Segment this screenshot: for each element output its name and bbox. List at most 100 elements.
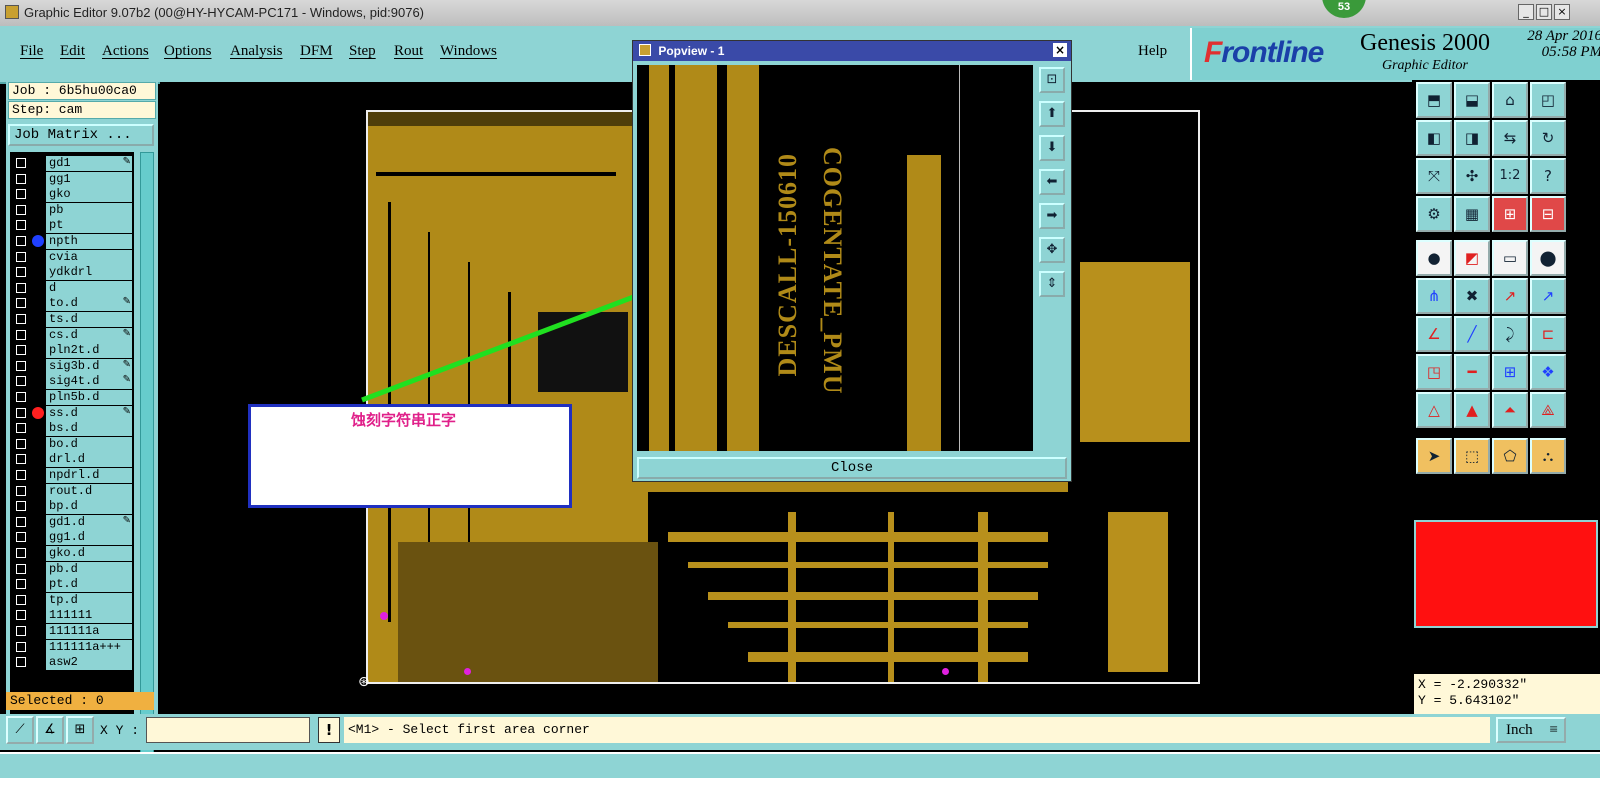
layer-checkbox[interactable] [16,329,26,340]
layer-checkbox[interactable] [16,470,26,480]
popview-canvas[interactable]: COGENTATE_PMU DESCALL-150610 [637,65,1033,451]
layer-row[interactable]: pln5b.d [10,390,134,405]
layer-row[interactable]: bs.d [10,421,134,437]
layer-row[interactable]: pln2t.d [10,343,134,359]
tool-frame-icon[interactable]: ⊏ [1530,316,1566,352]
tool-top-view-icon[interactable]: ⬒ [1416,82,1452,118]
layer-row[interactable]: drl.d [10,452,134,468]
layer-row[interactable]: ydkdrl [10,265,134,281]
layer-checkbox[interactable] [16,485,26,496]
menu-windows[interactable]: Windows [440,43,497,60]
tool-group-icon[interactable]: ❖ [1530,354,1566,390]
tool-bottom-view-icon[interactable]: ⬓ [1454,82,1490,118]
layer-checkbox[interactable] [16,204,26,215]
layer-name[interactable]: npdrl.d [46,468,132,483]
tool-redraw-icon[interactable]: ↻ [1530,120,1566,156]
tool-select-icon[interactable]: ➤ [1416,438,1452,474]
tool-help-icon[interactable]: ? [1530,158,1566,194]
layer-row[interactable]: tp.d [10,592,134,608]
snap-line-icon[interactable]: ⟋ [6,716,34,744]
layer-checkbox[interactable] [16,345,26,356]
layer-checkbox[interactable] [16,173,26,184]
tool-add-line-icon[interactable]: ◩ [1454,240,1490,276]
layer-row[interactable]: asw2 [10,655,134,671]
layer-row[interactable]: bp.d [10,499,134,515]
layer-name[interactable]: gg1 [46,171,132,187]
maximize-button[interactable]: □ [1536,4,1552,20]
layer-checkbox[interactable] [16,610,26,621]
tool-line-icon[interactable]: ╱ [1454,316,1490,352]
layer-row[interactable]: gd1.d ✎ [10,514,134,530]
tool-move-seg-icon[interactable]: ↗ [1530,278,1566,314]
layer-name[interactable]: d [46,280,132,296]
layer-checkbox[interactable] [16,579,26,590]
menu-edit[interactable]: Edit [60,43,85,60]
popview-pan-right-icon[interactable]: ➡ [1039,203,1065,229]
tool-angle-icon[interactable]: ∠ [1416,316,1452,352]
color-swatch[interactable] [1414,520,1598,628]
minimize-button[interactable]: _ [1518,4,1534,20]
layer-checkbox[interactable] [16,423,26,434]
popview-close-icon[interactable]: × [1053,43,1067,57]
layer-row[interactable]: rout.d [10,483,134,499]
tool-grid-icon[interactable]: ▦ [1454,196,1490,232]
tool-move-point-icon[interactable]: ↗ [1492,278,1528,314]
layer-name[interactable]: cs.d [46,327,132,343]
tool-move-right-icon[interactable]: ◨ [1454,120,1490,156]
layer-name[interactable]: to.d [46,296,132,312]
layer-name[interactable]: asw2 [46,655,132,671]
popview-zoom-in-icon[interactable]: ✥ [1039,237,1065,263]
layer-row[interactable]: 111111 [10,608,134,624]
layer-checkbox[interactable] [16,594,26,605]
layer-name[interactable]: 111111 [46,608,132,624]
unit-selector[interactable]: Inch ≡ [1496,717,1566,743]
layer-row[interactable]: to.d ✎ [10,296,134,312]
layer-checkbox[interactable] [16,236,26,246]
layer-name[interactable]: ts.d [46,312,132,327]
tool-scale-icon[interactable]: 1:2 [1492,158,1528,194]
layer-row[interactable]: pb.d [10,561,134,577]
menu-rout[interactable]: Rout [394,43,423,60]
layer-checkbox[interactable] [16,626,26,636]
layer-row[interactable]: d [10,280,134,296]
layer-name[interactable]: 111111a+++ [46,639,132,655]
layer-checkbox[interactable] [16,189,26,200]
layer-name[interactable]: bo.d [46,436,132,452]
layer-checkbox[interactable] [16,407,26,418]
popview-pan-down-icon[interactable]: ⬇ [1039,135,1065,161]
menu-help[interactable]: Help [1138,43,1167,60]
layer-name[interactable]: gko.d [46,546,132,561]
layer-row[interactable]: 111111a+++ [10,639,134,655]
menu-step[interactable]: Step [349,43,376,60]
close-window-button[interactable]: × [1554,4,1570,20]
layer-row[interactable]: gg1.d [10,530,134,546]
popview-zoom-home-icon[interactable]: ⊡ [1039,67,1065,93]
layer-row[interactable]: 111111a [10,624,134,639]
popview-titlebar[interactable]: Popview - 1 × [633,41,1071,61]
layer-name[interactable]: bp.d [46,499,132,515]
layer-checkbox[interactable] [16,563,26,574]
tool-expand-icon[interactable]: ✣ [1454,158,1490,194]
layer-name[interactable]: pb [46,202,132,218]
layer-checkbox[interactable] [16,267,26,278]
layer-checkbox[interactable] [16,220,26,231]
popview-pan-up-icon[interactable]: ⬆ [1039,101,1065,127]
layer-name[interactable]: pt [46,218,132,234]
tool-move-left-icon[interactable]: ◧ [1416,120,1452,156]
layer-name[interactable]: npth [46,234,132,249]
tool-select-area-icon[interactable]: ⬚ [1454,438,1490,474]
tool-circle-icon[interactable]: ⬤ [1530,240,1566,276]
popview-pan-left-icon[interactable]: ⬅ [1039,169,1065,195]
layer-name[interactable]: gko [46,187,132,203]
layer-name[interactable]: ydkdrl [46,265,132,281]
layer-row[interactable]: pt.d [10,577,134,593]
layer-name[interactable]: pt.d [46,577,132,593]
menu-file[interactable]: File [20,43,43,60]
layer-checkbox[interactable] [16,376,26,387]
layer-row[interactable]: pb [10,202,134,218]
layer-name[interactable]: pln2t.d [46,343,132,359]
layer-checkbox[interactable] [16,251,26,262]
layer-name[interactable]: gd1.d [46,514,132,530]
layer-checkbox[interactable] [16,548,26,558]
layer-checkbox[interactable] [16,641,26,652]
